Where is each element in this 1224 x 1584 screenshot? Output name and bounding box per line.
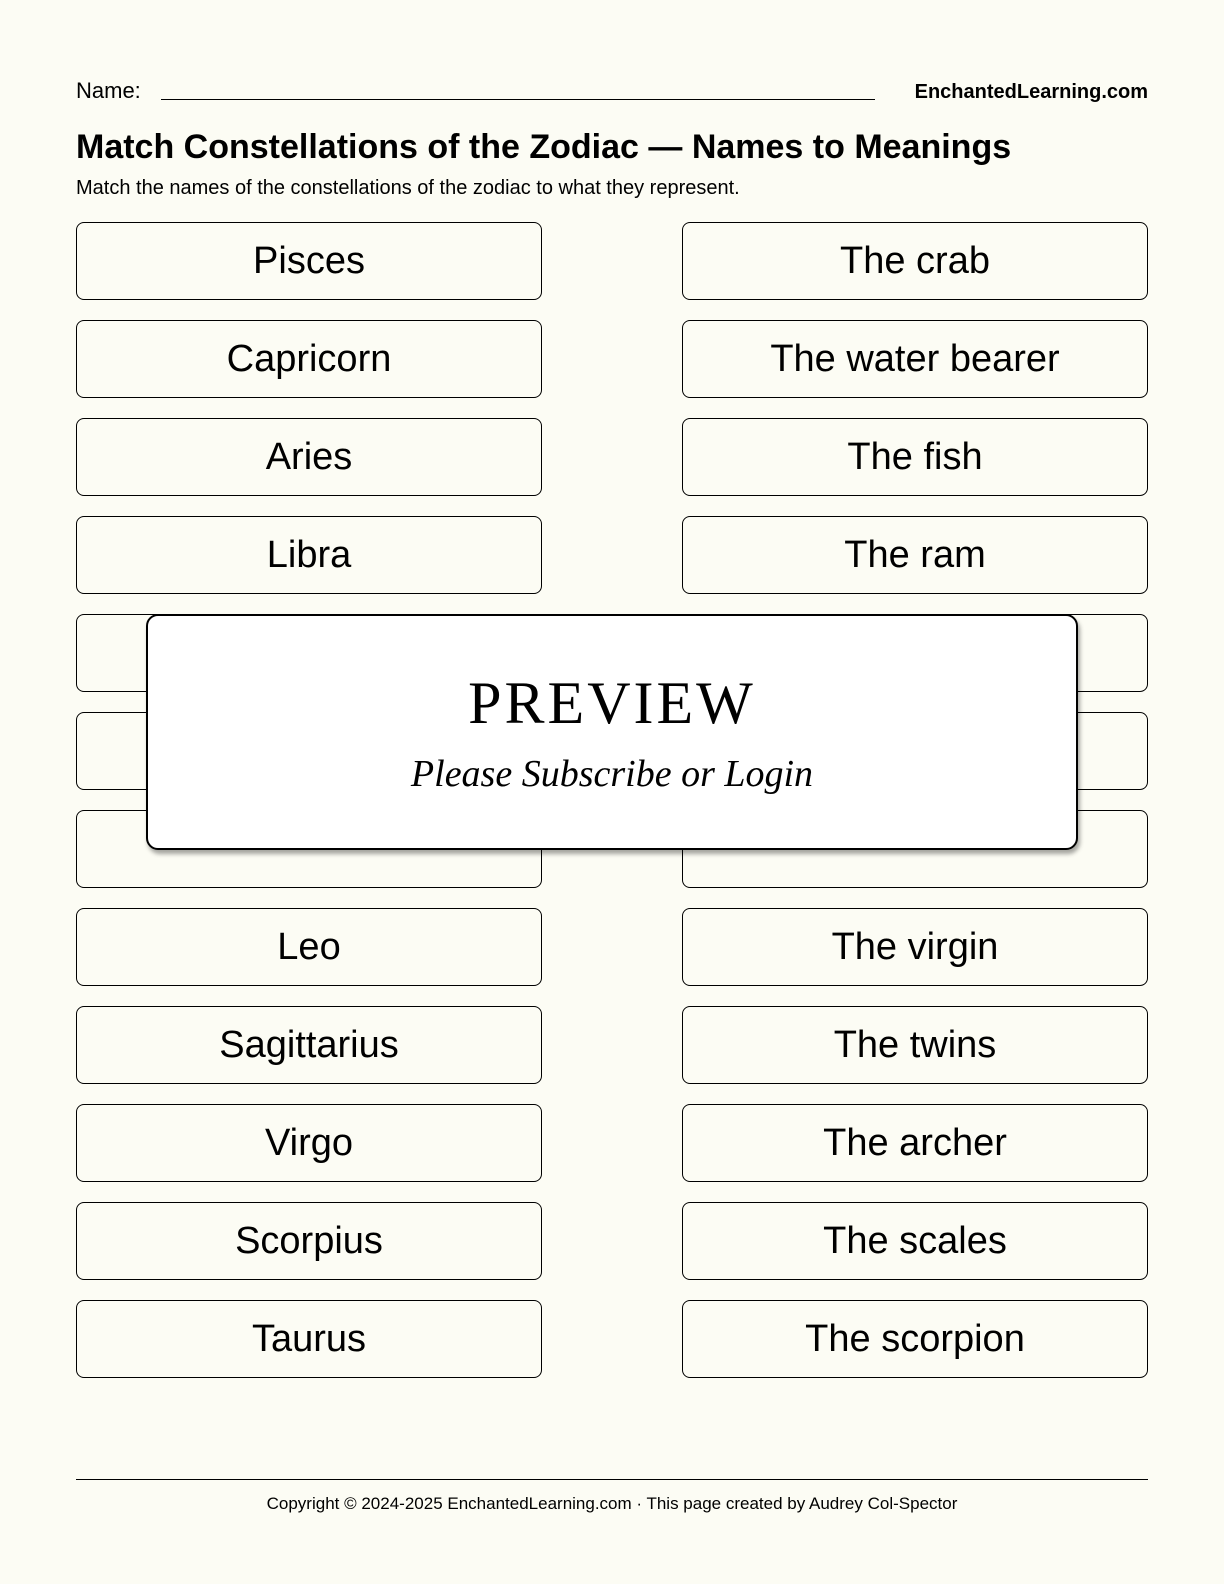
left-item[interactable]: Scorpius — [76, 1202, 542, 1280]
right-item[interactable]: The archer — [682, 1104, 1148, 1182]
left-item[interactable]: Libra — [76, 516, 542, 594]
worksheet-title: Match Constellations of the Zodiac — Nam… — [76, 128, 1148, 167]
instructions-text: Match the names of the constellations of… — [76, 177, 1148, 200]
overlay-subtitle: Please Subscribe or Login — [411, 752, 813, 796]
right-item[interactable]: The scales — [682, 1202, 1148, 1280]
right-item[interactable]: The twins — [682, 1006, 1148, 1084]
left-item[interactable]: Leo — [76, 908, 542, 986]
left-item[interactable]: Aries — [76, 418, 542, 496]
right-item[interactable]: The virgin — [682, 908, 1148, 986]
right-item[interactable]: The crab — [682, 222, 1148, 300]
name-label: Name: — [76, 78, 141, 104]
left-item[interactable]: Taurus — [76, 1300, 542, 1378]
right-item[interactable]: The scorpion — [682, 1300, 1148, 1378]
footer-text: Copyright © 2024-2025 EnchantedLearning.… — [0, 1494, 1224, 1514]
right-item[interactable]: The water bearer — [682, 320, 1148, 398]
left-item[interactable]: Capricorn — [76, 320, 542, 398]
left-item[interactable]: Virgo — [76, 1104, 542, 1182]
preview-overlay[interactable]: PREVIEW Please Subscribe or Login — [146, 614, 1078, 850]
right-item[interactable]: The fish — [682, 418, 1148, 496]
left-item[interactable]: Sagittarius — [76, 1006, 542, 1084]
left-item[interactable]: Pisces — [76, 222, 542, 300]
footer: Copyright © 2024-2025 EnchantedLearning.… — [0, 1479, 1224, 1514]
worksheet-header: Name: EnchantedLearning.com — [76, 78, 1148, 104]
overlay-title: PREVIEW — [468, 669, 756, 738]
right-item[interactable]: The ram — [682, 516, 1148, 594]
footer-divider — [76, 1479, 1148, 1480]
site-name: EnchantedLearning.com — [915, 81, 1148, 104]
name-input-line[interactable] — [161, 99, 875, 100]
